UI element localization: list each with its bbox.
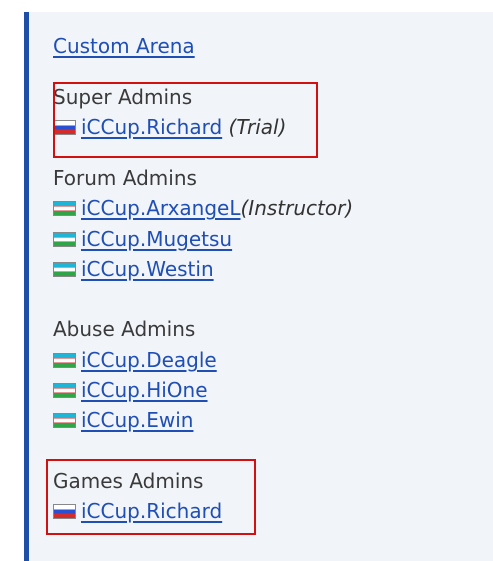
user-link-deagle[interactable]: iCCup.Deagle <box>81 348 217 372</box>
user-link-mugetsu[interactable]: iCCup.Mugetsu <box>81 227 232 251</box>
user-note: (Instructor) <box>240 196 354 220</box>
flag-uz-icon <box>53 201 76 216</box>
flag-uz-icon <box>53 353 76 368</box>
custom-arena-link-row: Custom Arena <box>53 33 195 59</box>
abuse-admins-heading: Abuse Admins <box>53 317 196 341</box>
user-link-ewin[interactable]: iCCup.Ewin <box>81 408 193 432</box>
highlight-box-games-admins <box>46 459 256 535</box>
flag-uz-icon <box>53 413 76 428</box>
flag-uz-icon <box>53 262 76 277</box>
flag-uz-icon <box>53 232 76 247</box>
user-link-arxangel[interactable]: iCCup.ArxangeL <box>81 196 241 220</box>
highlight-box-super-admins <box>53 82 318 158</box>
abuse-admin-entry: iCCup.HiOne <box>53 377 208 403</box>
forum-admin-entry: iCCup.Westin <box>53 256 214 282</box>
forum-admin-entry: iCCup.Mugetsu <box>53 226 232 252</box>
user-link-hione[interactable]: iCCup.HiOne <box>81 378 208 402</box>
forum-admins-heading: Forum Admins <box>53 166 197 190</box>
forum-admin-entry: iCCup.ArxangeL(Instructor) <box>53 195 353 221</box>
abuse-admin-entry: iCCup.Ewin <box>53 407 193 433</box>
flag-uz-icon <box>53 383 76 398</box>
user-link-westin[interactable]: iCCup.Westin <box>81 257 214 281</box>
abuse-admin-entry: iCCup.Deagle <box>53 347 217 373</box>
custom-arena-link[interactable]: Custom Arena <box>53 34 195 58</box>
